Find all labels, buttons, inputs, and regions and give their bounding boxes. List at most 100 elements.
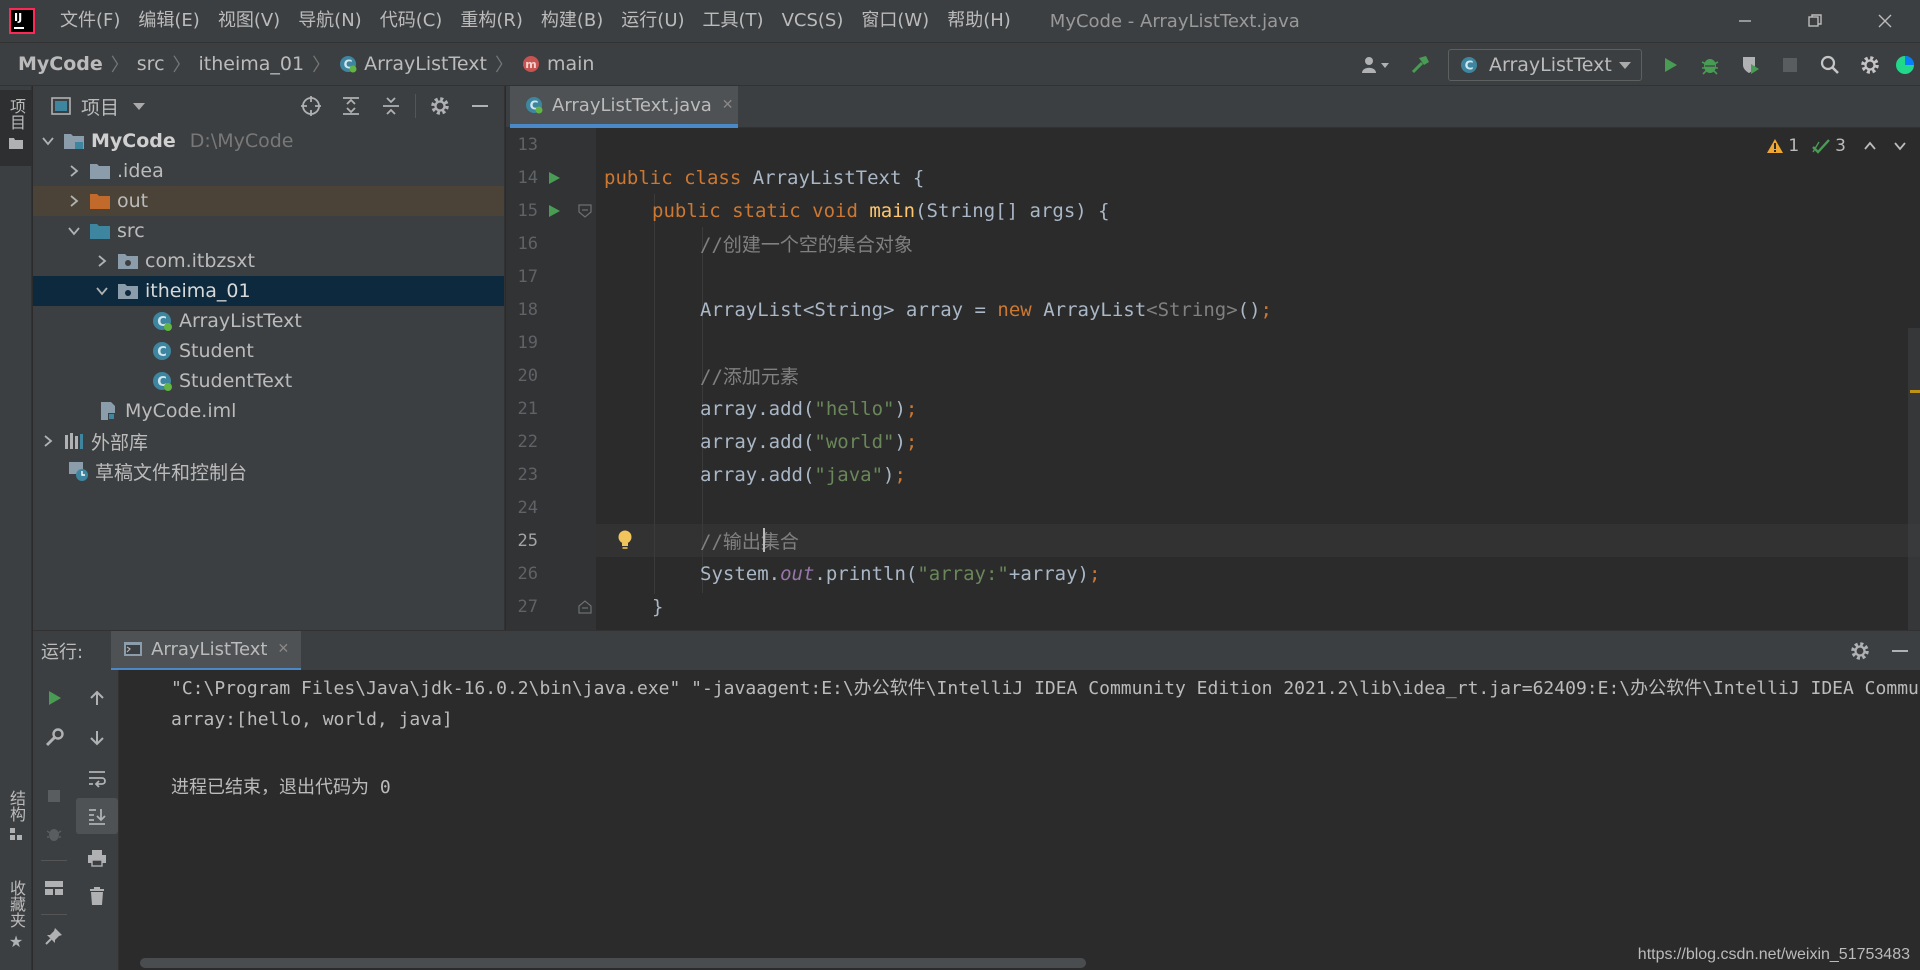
menu-run[interactable]: 运行(U) <box>612 0 693 42</box>
code-line: array.add("world"); <box>700 430 918 453</box>
tree-node-scratches[interactable]: 草稿文件和控制台 <box>33 456 504 486</box>
chevron-down-icon[interactable] <box>133 102 146 110</box>
chevron-down-icon[interactable] <box>37 134 59 148</box>
debug-button[interactable] <box>1690 43 1730 87</box>
project-panel-header: 项目 <box>33 86 504 126</box>
scrollbar-warning-marker[interactable] <box>1910 390 1920 393</box>
menu-file[interactable]: 文件(F) <box>51 0 129 42</box>
menu-tools[interactable]: 工具(T) <box>694 0 773 42</box>
rerun-button[interactable] <box>33 680 75 716</box>
expand-all-button[interactable] <box>331 86 371 126</box>
console-line: "C:\Program Files\Java\jdk-16.0.2\bin\ja… <box>171 677 1920 699</box>
stop-button[interactable] <box>1770 43 1810 87</box>
run-gutter-icon[interactable] <box>546 203 562 219</box>
close-tab-icon[interactable]: ✕ <box>277 641 289 657</box>
collapse-all-button[interactable] <box>371 86 411 126</box>
console-horizontal-scrollbar[interactable] <box>140 958 1086 968</box>
breadcrumb-class[interactable]: C ArrayListText <box>338 53 487 75</box>
menu-view[interactable]: 视图(V) <box>209 0 289 42</box>
minimize-button[interactable] <box>1710 0 1780 42</box>
menu-build[interactable]: 构建(B) <box>532 0 612 42</box>
code-editor[interactable]: 13 14 15 16 17 18 19 20 21 22 23 24 25 2… <box>506 128 1920 630</box>
account-button[interactable] <box>1350 43 1400 87</box>
java-class-icon: C <box>151 310 173 332</box>
chevron-down-icon[interactable] <box>1892 138 1908 154</box>
java-class-icon: C <box>526 97 543 114</box>
editor-tab-arraylisttext[interactable]: C ArrayListText.java ✕ <box>510 86 738 128</box>
lightbulb-icon[interactable] <box>616 529 634 551</box>
run-tab-arraylisttext[interactable]: ArrayListText ✕ <box>111 630 302 671</box>
select-opened-file-button[interactable] <box>291 86 331 126</box>
chevron-up-icon[interactable] <box>1862 138 1878 154</box>
breadcrumb-src[interactable]: src <box>137 53 165 75</box>
method-icon: m <box>522 56 539 72</box>
stripe-tab-project[interactable]: 项目 <box>0 90 32 166</box>
line-number: 17 <box>517 266 538 287</box>
stop-button[interactable] <box>33 778 75 814</box>
build-button[interactable] <box>1400 43 1440 87</box>
chevron-down-icon[interactable] <box>63 224 85 238</box>
breadcrumb-project[interactable]: MyCode <box>18 53 103 75</box>
run-configuration-selector[interactable]: C ArrayListText <box>1448 49 1642 81</box>
jetbrains-toolbox-button[interactable] <box>1890 43 1920 87</box>
tree-node-src[interactable]: src <box>33 216 504 246</box>
ok-count: 3 <box>1835 136 1846 156</box>
tree-node-package[interactable]: com.itbzsxt <box>33 246 504 276</box>
close-window-button[interactable] <box>1850 0 1920 42</box>
menu-edit[interactable]: 编辑(E) <box>129 0 208 42</box>
chevron-down-icon[interactable] <box>91 284 113 298</box>
edit-configuration-button[interactable] <box>33 720 75 756</box>
console-output[interactable]: "C:\Program Files\Java\jdk-16.0.2\bin\ja… <box>137 670 1920 970</box>
tree-node-file[interactable]: C StudentText <box>33 366 504 396</box>
debug-disabled-button[interactable] <box>33 816 75 852</box>
restore-button[interactable] <box>1780 0 1850 42</box>
stripe-tab-favorites[interactable]: 收藏夹 ★ <box>0 880 32 970</box>
tree-node-idea[interactable]: .idea <box>33 156 504 186</box>
tree-node-file[interactable]: C ArrayListText <box>33 306 504 336</box>
hide-panel-button[interactable] <box>460 86 500 126</box>
pin-icon <box>45 928 62 945</box>
inspection-widget[interactable]: 1 3 <box>1766 136 1908 156</box>
clear-console-button[interactable] <box>76 878 118 914</box>
menu-navigate[interactable]: 导航(N) <box>289 0 371 42</box>
scroll-up-button[interactable] <box>76 680 118 716</box>
close-tab-icon[interactable]: ✕ <box>722 97 734 113</box>
tree-node-package-selected[interactable]: itheima_01 <box>33 276 504 306</box>
print-button[interactable] <box>76 840 118 876</box>
run-gutter-icon[interactable] <box>546 170 562 186</box>
project-panel-title[interactable]: 项目 <box>81 93 119 120</box>
editor-vertical-scrollbar[interactable] <box>1908 328 1920 630</box>
run-panel-settings-button[interactable] <box>1840 629 1880 673</box>
menu-vcs[interactable]: VCS(S) <box>773 0 853 42</box>
chevron-right-icon[interactable] <box>37 434 59 448</box>
tree-node-root[interactable]: MyCode D:\MyCode <box>33 126 504 156</box>
tree-node-iml[interactable]: MyCode.iml <box>33 396 504 426</box>
tree-node-out[interactable]: out <box>33 186 504 216</box>
tree-node-file[interactable]: C Student <box>33 336 504 366</box>
fold-icon[interactable] <box>578 203 592 218</box>
menu-code[interactable]: 代码(C) <box>371 0 452 42</box>
run-button[interactable] <box>1650 43 1690 87</box>
chevron-right-icon[interactable] <box>63 164 85 178</box>
menu-window[interactable]: 窗口(W) <box>852 0 938 42</box>
hide-run-panel-button[interactable] <box>1880 629 1920 673</box>
stripe-tab-structure[interactable]: 结构 <box>0 790 32 880</box>
coverage-button[interactable] <box>1730 43 1770 87</box>
menu-refactor[interactable]: 重构(R) <box>451 0 532 42</box>
svg-text:m: m <box>525 58 536 71</box>
soft-wrap-button[interactable] <box>76 760 118 796</box>
scroll-to-end-button[interactable] <box>76 798 118 834</box>
breadcrumb-method[interactable]: m main <box>521 53 594 75</box>
layout-button[interactable] <box>33 870 75 906</box>
project-options-button[interactable] <box>420 86 460 126</box>
tree-node-external-libraries[interactable]: 外部库 <box>33 426 504 456</box>
menu-help[interactable]: 帮助(H) <box>938 0 1020 42</box>
chevron-right-icon[interactable] <box>91 254 113 268</box>
pin-tab-button[interactable] <box>33 918 75 954</box>
breadcrumb-package[interactable]: itheima_01 <box>199 53 305 75</box>
search-everywhere-button[interactable] <box>1810 43 1850 87</box>
scroll-down-button[interactable] <box>76 720 118 756</box>
settings-button[interactable] <box>1850 43 1890 87</box>
fold-icon[interactable] <box>578 599 592 614</box>
chevron-right-icon[interactable] <box>63 194 85 208</box>
